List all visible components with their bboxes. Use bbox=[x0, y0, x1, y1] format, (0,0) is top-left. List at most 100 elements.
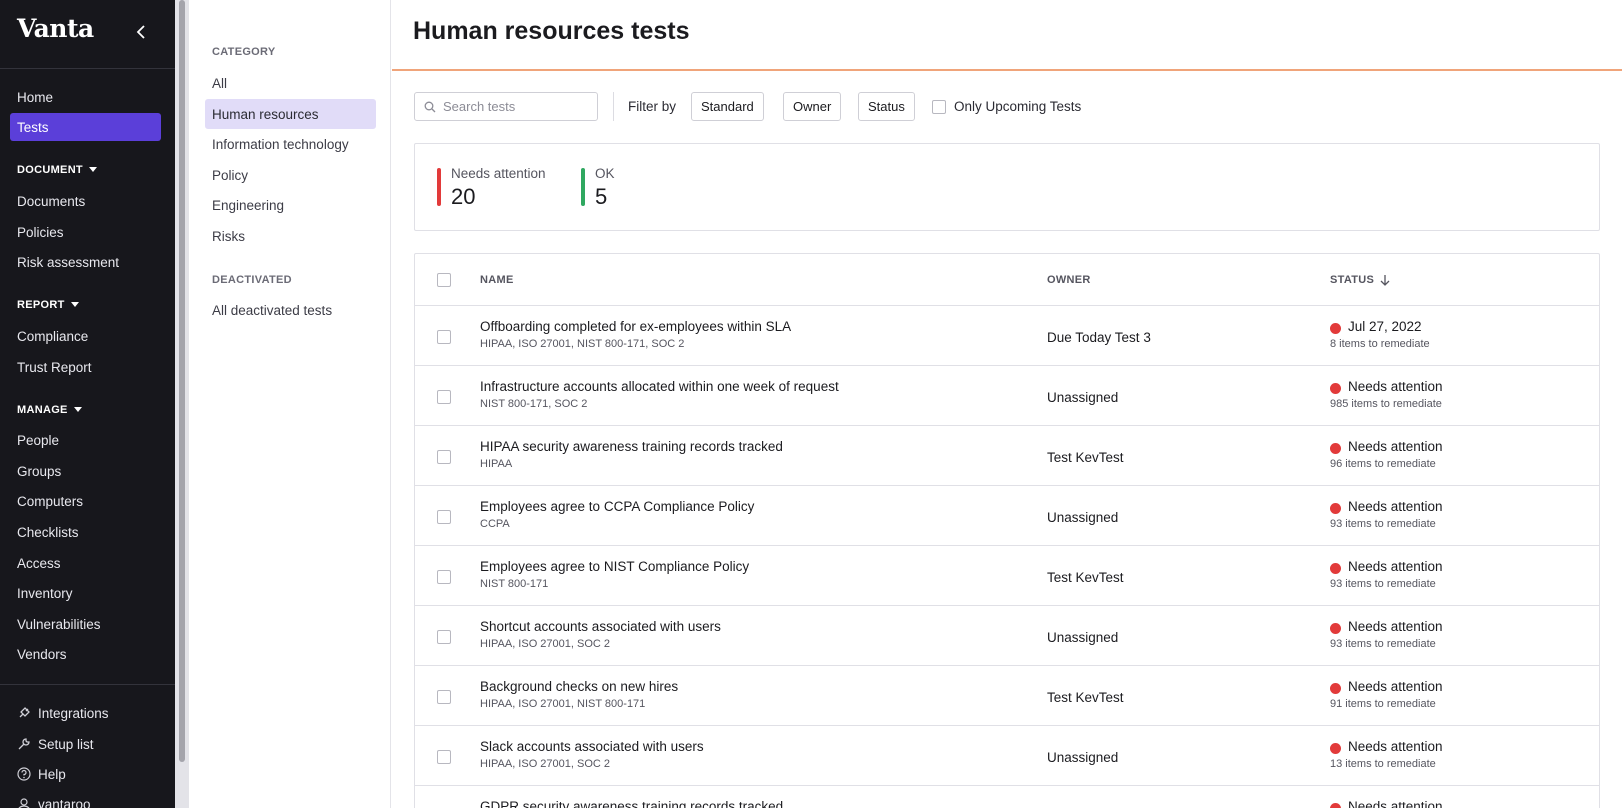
category-risks[interactable]: Risks bbox=[205, 221, 376, 251]
category-all-deactivated[interactable]: All deactivated tests bbox=[205, 295, 376, 325]
nav-divider bbox=[0, 684, 175, 685]
row-checkbox[interactable] bbox=[437, 690, 451, 704]
row-checkbox[interactable] bbox=[437, 750, 451, 764]
nav-section-manage[interactable]: MANAGE bbox=[17, 404, 82, 416]
test-name[interactable]: Slack accounts associated with users bbox=[480, 739, 704, 754]
test-name[interactable]: HIPAA security awareness training record… bbox=[480, 439, 783, 454]
nav-item-compliance[interactable]: Compliance bbox=[10, 322, 161, 350]
test-name[interactable]: Employees agree to CCPA Compliance Polic… bbox=[480, 499, 754, 514]
row-checkbox[interactable] bbox=[437, 570, 451, 584]
search-box[interactable] bbox=[414, 92, 598, 121]
nav-item-home[interactable]: Home bbox=[10, 83, 161, 111]
nav-item-documents[interactable]: Documents bbox=[10, 187, 161, 215]
plug-icon bbox=[19, 707, 30, 718]
ok-summary[interactable]: OK 5 bbox=[581, 166, 615, 209]
filter-owner-button[interactable]: Owner bbox=[783, 92, 842, 121]
category-human-resources[interactable]: Human resources bbox=[205, 99, 376, 129]
user-icon bbox=[18, 798, 30, 808]
nav-item-computers[interactable]: Computers bbox=[10, 487, 161, 515]
column-owner[interactable]: OWNER bbox=[1047, 274, 1091, 286]
remediate-count: 985 items to remediate bbox=[1330, 398, 1442, 410]
nav-item-user[interactable]: vantaroo bbox=[17, 792, 91, 808]
table-row[interactable]: Shortcut accounts associated with users … bbox=[415, 606, 1599, 666]
nav-item-policies[interactable]: Policies bbox=[10, 218, 161, 246]
nav-item-people[interactable]: People bbox=[10, 426, 161, 454]
test-status: Needs attention bbox=[1348, 619, 1443, 634]
nav-item-groups[interactable]: Groups bbox=[10, 457, 161, 485]
row-checkbox[interactable] bbox=[437, 330, 451, 344]
table-row[interactable]: HIPAA security awareness training record… bbox=[415, 426, 1599, 486]
category-all[interactable]: All bbox=[205, 68, 376, 98]
row-checkbox[interactable] bbox=[437, 450, 451, 464]
nav-item-trust-report[interactable]: Trust Report bbox=[10, 353, 161, 381]
search-input[interactable] bbox=[443, 99, 583, 114]
filter-status-button[interactable]: Status bbox=[858, 92, 915, 121]
category-engineering[interactable]: Engineering bbox=[205, 190, 376, 220]
nav-item-help[interactable]: Help bbox=[17, 762, 66, 786]
test-standards: CCPA bbox=[480, 518, 510, 530]
needs-attention-summary[interactable]: Needs attention 20 bbox=[437, 166, 546, 209]
status-dot-icon bbox=[1330, 743, 1341, 754]
only-upcoming-toggle[interactable]: Only Upcoming Tests bbox=[932, 99, 1081, 114]
category-policy[interactable]: Policy bbox=[205, 160, 376, 190]
test-owner: Unassigned bbox=[1047, 390, 1119, 405]
nav-item-inventory[interactable]: Inventory bbox=[10, 579, 161, 607]
nav-item-access[interactable]: Access bbox=[10, 549, 161, 577]
test-standards: HIPAA, ISO 27001, NIST 800-171 bbox=[480, 698, 646, 710]
row-checkbox[interactable] bbox=[437, 630, 451, 644]
needs-attention-bar bbox=[437, 168, 441, 206]
test-owner: Unassigned bbox=[1047, 750, 1119, 765]
nav-item-integrations[interactable]: Integrations bbox=[17, 701, 109, 725]
remediate-count: 96 items to remediate bbox=[1330, 458, 1436, 470]
test-name[interactable]: Employees agree to NIST Compliance Polic… bbox=[480, 559, 749, 574]
table-row[interactable]: GDPR security awareness training records… bbox=[415, 786, 1599, 808]
nav-item-tests[interactable]: Tests bbox=[10, 113, 161, 141]
ok-label: OK bbox=[595, 166, 615, 181]
test-status: Needs attention bbox=[1348, 679, 1443, 694]
column-name[interactable]: NAME bbox=[480, 274, 514, 286]
chevron-left-icon[interactable] bbox=[131, 20, 151, 44]
table-row[interactable]: Infrastructure accounts allocated within… bbox=[415, 366, 1599, 426]
table-header: NAME OWNER STATUS bbox=[415, 254, 1599, 306]
filter-standard-button[interactable]: Standard bbox=[691, 92, 764, 121]
table-row[interactable]: Offboarding completed for ex-employees w… bbox=[415, 306, 1599, 366]
table-row[interactable]: Employees agree to NIST Compliance Polic… bbox=[415, 546, 1599, 606]
table-row[interactable]: Employees agree to CCPA Compliance Polic… bbox=[415, 486, 1599, 546]
summary-card: Needs attention 20 OK 5 bbox=[414, 143, 1600, 231]
test-name[interactable]: Background checks on new hires bbox=[480, 679, 678, 694]
select-all-checkbox[interactable] bbox=[437, 273, 451, 287]
only-upcoming-checkbox[interactable] bbox=[932, 99, 946, 114]
category-information-technology[interactable]: Information technology bbox=[205, 129, 376, 159]
test-owner: Test KevTest bbox=[1047, 450, 1124, 465]
test-name[interactable]: Offboarding completed for ex-employees w… bbox=[480, 319, 791, 334]
test-name[interactable]: Shortcut accounts associated with users bbox=[480, 619, 721, 634]
status-dot-icon bbox=[1330, 323, 1341, 334]
test-standards: NIST 800-171 bbox=[480, 578, 549, 590]
remediate-count: 93 items to remediate bbox=[1330, 638, 1436, 650]
remediate-count: 91 items to remediate bbox=[1330, 698, 1436, 710]
test-name[interactable]: GDPR security awareness training records… bbox=[480, 799, 783, 808]
status-dot-icon bbox=[1330, 383, 1341, 394]
nav-item-checklists[interactable]: Checklists bbox=[10, 518, 161, 546]
test-status: Needs attention bbox=[1348, 439, 1443, 454]
nav-section-document[interactable]: DOCUMENT bbox=[17, 164, 97, 176]
nav-item-vendors[interactable]: Vendors bbox=[10, 640, 161, 668]
nav-section-report[interactable]: REPORT bbox=[17, 299, 79, 311]
row-checkbox[interactable] bbox=[437, 390, 451, 404]
sidebar-scrollbar-thumb[interactable] bbox=[179, 0, 185, 762]
column-status[interactable]: STATUS bbox=[1330, 274, 1390, 286]
remediate-count: 93 items to remediate bbox=[1330, 518, 1436, 530]
nav-item-setup-list[interactable]: Setup list bbox=[17, 732, 94, 756]
table-row[interactable]: Background checks on new hires HIPAA, IS… bbox=[415, 666, 1599, 726]
vanta-logo[interactable]: Vanta bbox=[17, 14, 94, 43]
test-owner: Unassigned bbox=[1047, 510, 1119, 525]
test-name[interactable]: Infrastructure accounts allocated within… bbox=[480, 379, 839, 394]
table-row[interactable]: Slack accounts associated with users HIP… bbox=[415, 726, 1599, 786]
page-title: Human resources tests bbox=[413, 17, 690, 45]
status-dot-icon bbox=[1330, 503, 1341, 514]
nav-item-risk-assessment[interactable]: Risk assessment bbox=[10, 248, 161, 276]
caret-down-icon bbox=[73, 407, 82, 412]
sidebar: Vanta Home Tests DOCUMENT Documents Poli… bbox=[0, 0, 175, 808]
nav-item-vulnerabilities[interactable]: Vulnerabilities bbox=[10, 610, 161, 638]
row-checkbox[interactable] bbox=[437, 510, 451, 524]
